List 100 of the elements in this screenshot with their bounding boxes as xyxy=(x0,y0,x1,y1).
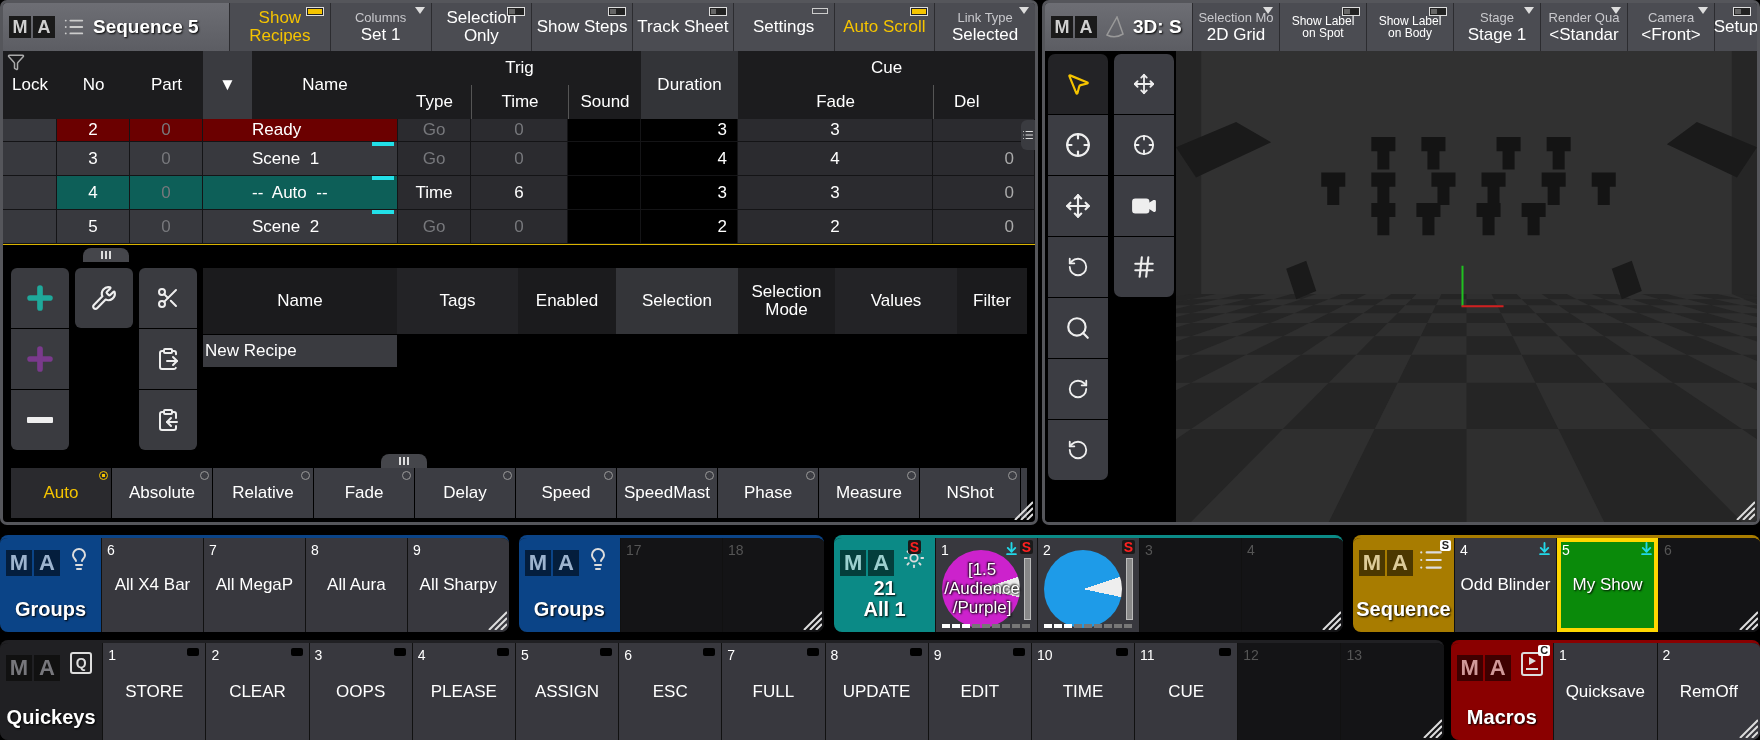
mode-button[interactable]: Speed xyxy=(516,468,616,518)
executor-button[interactable]: 10 TIME xyxy=(1030,643,1135,740)
mode-button[interactable]: Phase xyxy=(718,468,818,518)
quickey-badge: Q xyxy=(70,652,93,674)
executor-head[interactable]: M A S Sequence xyxy=(1352,538,1454,632)
column-header[interactable]: Lock xyxy=(3,51,57,119)
column-header[interactable]: Type xyxy=(398,85,471,119)
executor-head[interactable]: M A Groups xyxy=(518,538,620,632)
paste-button[interactable] xyxy=(139,329,197,389)
tools-button[interactable] xyxy=(75,268,133,328)
resize-grip-icon[interactable] xyxy=(1735,500,1755,520)
executor-head[interactable]: M A Q Quickeys xyxy=(0,643,103,740)
column-header[interactable]: Filter xyxy=(957,268,1027,334)
column-header[interactable]: Duration xyxy=(641,51,738,119)
tool-button[interactable] xyxy=(1114,54,1174,114)
resize-grip-icon[interactable] xyxy=(1738,718,1758,738)
executor-button[interactable]: 1 STORE xyxy=(102,643,206,740)
column-header[interactable]: Tags xyxy=(397,268,518,334)
column-header[interactable]: Selection xyxy=(616,268,738,334)
scroll-handle[interactable] xyxy=(1021,120,1035,150)
executor-head[interactable]: M A Groups xyxy=(0,538,101,632)
mode-button[interactable]: Auto xyxy=(11,468,111,518)
tool-button[interactable] xyxy=(1048,237,1108,297)
tool-button[interactable] xyxy=(1048,176,1108,236)
status-led-icon xyxy=(187,648,200,656)
add-button[interactable] xyxy=(11,268,69,328)
executor-button[interactable]: 5 My Show xyxy=(1556,538,1658,632)
column-header[interactable]: Name xyxy=(252,51,398,119)
tool-button[interactable] xyxy=(1114,237,1174,297)
mode-button[interactable]: Delay xyxy=(415,468,515,518)
mode-button[interactable]: NShot xyxy=(920,468,1020,518)
resize-grip-icon[interactable] xyxy=(1738,610,1758,630)
tool-button[interactable] xyxy=(1048,298,1108,358)
macro-play-icon xyxy=(1521,652,1544,676)
resize-grip-icon[interactable] xyxy=(802,610,823,630)
column-header[interactable]: No xyxy=(57,51,130,119)
resize-grip-icon[interactable] xyxy=(486,610,507,630)
executor-head[interactable]: M A C Macros xyxy=(1450,643,1554,740)
table-cell: Time xyxy=(398,176,471,209)
dropdown-button[interactable]: Link Type Selected xyxy=(934,3,1035,51)
table-cell: 2 xyxy=(738,210,933,243)
status-led-icon xyxy=(496,648,509,656)
column-header[interactable]: Name xyxy=(203,268,397,334)
table-cell: Go xyxy=(398,119,471,141)
executor-button[interactable]: 5 ASSIGN xyxy=(514,643,619,740)
executor-button[interactable]: 2 CLEAR xyxy=(205,643,309,740)
executor-title: All 1 xyxy=(863,599,906,620)
crosshair-icon xyxy=(1065,132,1091,158)
resize-grip-icon[interactable] xyxy=(1013,500,1033,520)
executor-button[interactable]: 6 ESC xyxy=(618,643,722,740)
copy-button[interactable] xyxy=(139,390,197,450)
executor-button[interactable]: 6 All X4 Bar xyxy=(100,538,203,632)
recipe-name-cell[interactable]: New Recipe xyxy=(203,335,397,367)
column-header[interactable]: Part xyxy=(130,51,203,119)
executor-button[interactable]: 2 RemOff xyxy=(1656,643,1760,740)
cue-name-cell[interactable]: Scene 2 xyxy=(203,210,398,243)
cue-name-cell[interactable]: Ready xyxy=(203,119,398,141)
tool-button[interactable] xyxy=(1114,176,1174,236)
tool-button[interactable] xyxy=(1048,54,1108,114)
executor-button[interactable]: 4 PLEASE xyxy=(411,643,515,740)
mode-button[interactable]: Fade xyxy=(314,468,414,518)
logo-letter: M xyxy=(6,550,32,576)
tool-button[interactable] xyxy=(1048,359,1108,419)
executor-button[interactable]: 9 All Sharpy xyxy=(406,538,509,632)
resize-grip-icon[interactable] xyxy=(1421,718,1442,738)
executor-button[interactable]: 2 S xyxy=(1037,538,1140,632)
executor-button[interactable]: 11 CUE xyxy=(1134,643,1238,740)
toggle-button[interactable]: Setup xyxy=(1714,3,1757,51)
executor-head[interactable]: M A S 21 All 1 xyxy=(834,538,936,632)
column-header[interactable]: Selection Mode xyxy=(738,268,835,334)
sort-toggle[interactable]: ▼ xyxy=(203,51,252,119)
wrench-icon xyxy=(91,285,117,311)
cue-name-cell[interactable]: Scene 1 xyxy=(203,142,398,175)
mode-button[interactable]: Relative xyxy=(213,468,313,518)
executor-button[interactable]: 8 UPDATE xyxy=(824,643,928,740)
logo-letter: M xyxy=(1456,655,1483,681)
tool-button[interactable] xyxy=(1114,115,1174,175)
mode-button[interactable]: Measure xyxy=(819,468,919,518)
cut-button[interactable] xyxy=(139,268,197,328)
executor-button[interactable]: 1 Quicksave xyxy=(1553,643,1657,740)
tool-button[interactable] xyxy=(1048,115,1108,175)
grip-handle-icon[interactable] xyxy=(381,454,427,468)
executor-button[interactable]: 7 All MegaP xyxy=(202,538,305,632)
column-header[interactable]: Enabled xyxy=(518,268,616,334)
status-led-icon xyxy=(1116,648,1129,656)
grip-handle-icon[interactable] xyxy=(83,248,129,262)
executor-button[interactable]: 4 Odd Blinder xyxy=(1453,538,1556,632)
column-header[interactable]: Values xyxy=(835,268,957,334)
cue-name-cell[interactable]: -- Auto -- xyxy=(203,176,398,209)
mode-button[interactable]: SpeedMast xyxy=(617,468,717,518)
mode-button[interactable]: Absolute xyxy=(112,468,212,518)
remove-button[interactable] xyxy=(11,390,69,450)
executor-button[interactable]: 8 All Aura xyxy=(304,538,407,632)
executor-button[interactable]: 9 EDIT xyxy=(927,643,1031,740)
tool-button[interactable] xyxy=(1048,420,1108,480)
executor-button[interactable]: 3 OOPS xyxy=(308,643,412,740)
executor-button[interactable]: 7 FULL xyxy=(721,643,825,740)
column-header[interactable]: Fade xyxy=(738,85,933,119)
resize-grip-icon[interactable] xyxy=(1320,610,1341,630)
logo-letter: A xyxy=(34,550,60,576)
